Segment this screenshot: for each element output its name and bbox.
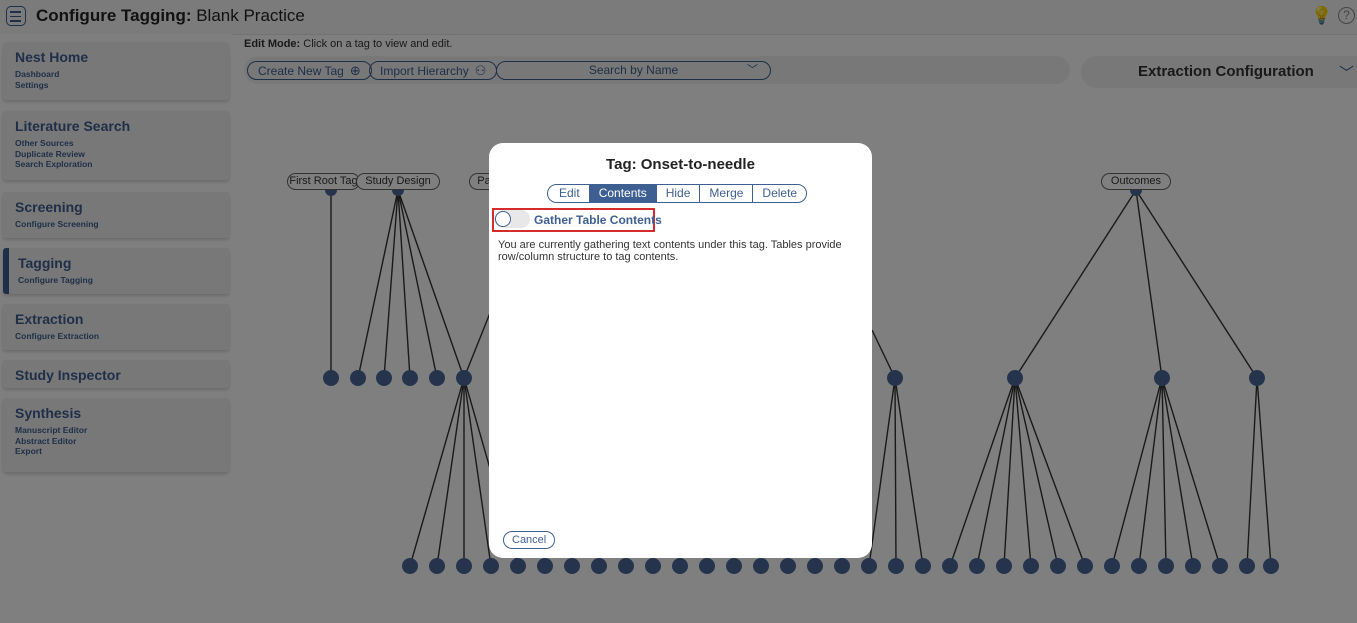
tab-delete[interactable]: Delete (752, 185, 806, 202)
toggle-knob (495, 211, 511, 227)
gather-table-label: Gather Table Contents (534, 213, 662, 227)
modal-title: Tag: Onset-to-needle (606, 156, 755, 173)
tab-merge[interactable]: Merge (699, 185, 752, 202)
tag-modal: Tag: Onset-to-needle Edit Contents Hide … (489, 143, 872, 558)
modal-description: You are currently gathering text content… (498, 239, 842, 263)
modal-tab-group: Edit Contents Hide Merge Delete (547, 184, 808, 203)
gather-table-toggle[interactable] (494, 210, 530, 228)
cancel-button[interactable]: Cancel (503, 531, 556, 549)
tab-contents[interactable]: Contents (588, 185, 656, 202)
tab-edit[interactable]: Edit (548, 185, 589, 202)
tab-hide[interactable]: Hide (655, 185, 700, 202)
